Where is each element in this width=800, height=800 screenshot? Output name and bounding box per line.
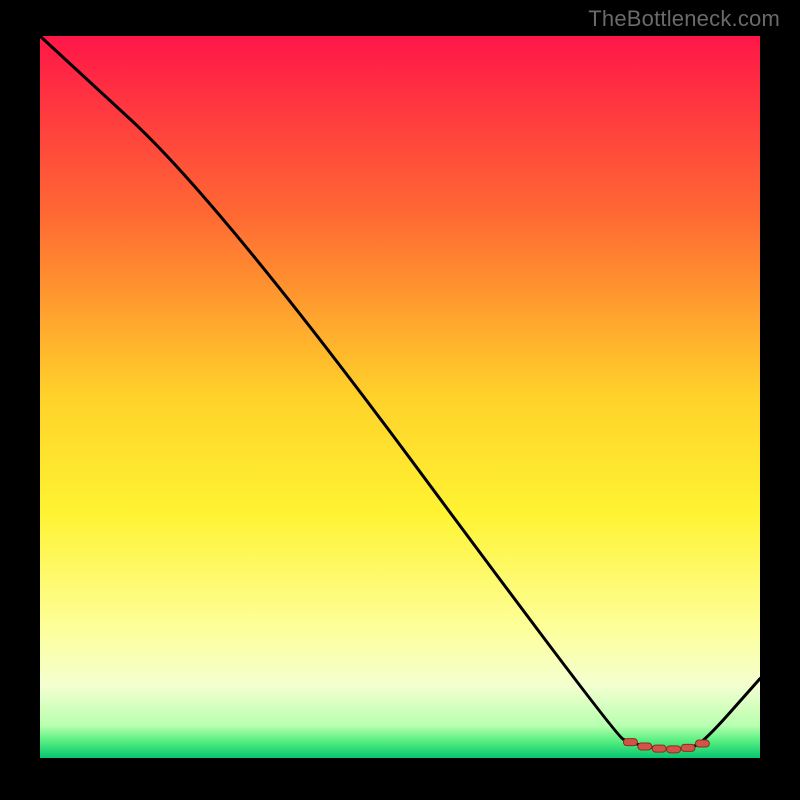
chart-plot-area — [40, 36, 760, 758]
chart-marker — [681, 744, 695, 751]
chart-svg — [40, 36, 760, 758]
chart-background — [40, 36, 760, 758]
chart-frame: TheBottleneck.com — [0, 0, 800, 800]
chart-marker — [695, 740, 709, 747]
chart-marker — [638, 743, 652, 750]
chart-marker — [652, 745, 666, 752]
chart-marker — [667, 746, 681, 753]
chart-marker — [623, 739, 637, 746]
attribution-text: TheBottleneck.com — [588, 6, 780, 32]
